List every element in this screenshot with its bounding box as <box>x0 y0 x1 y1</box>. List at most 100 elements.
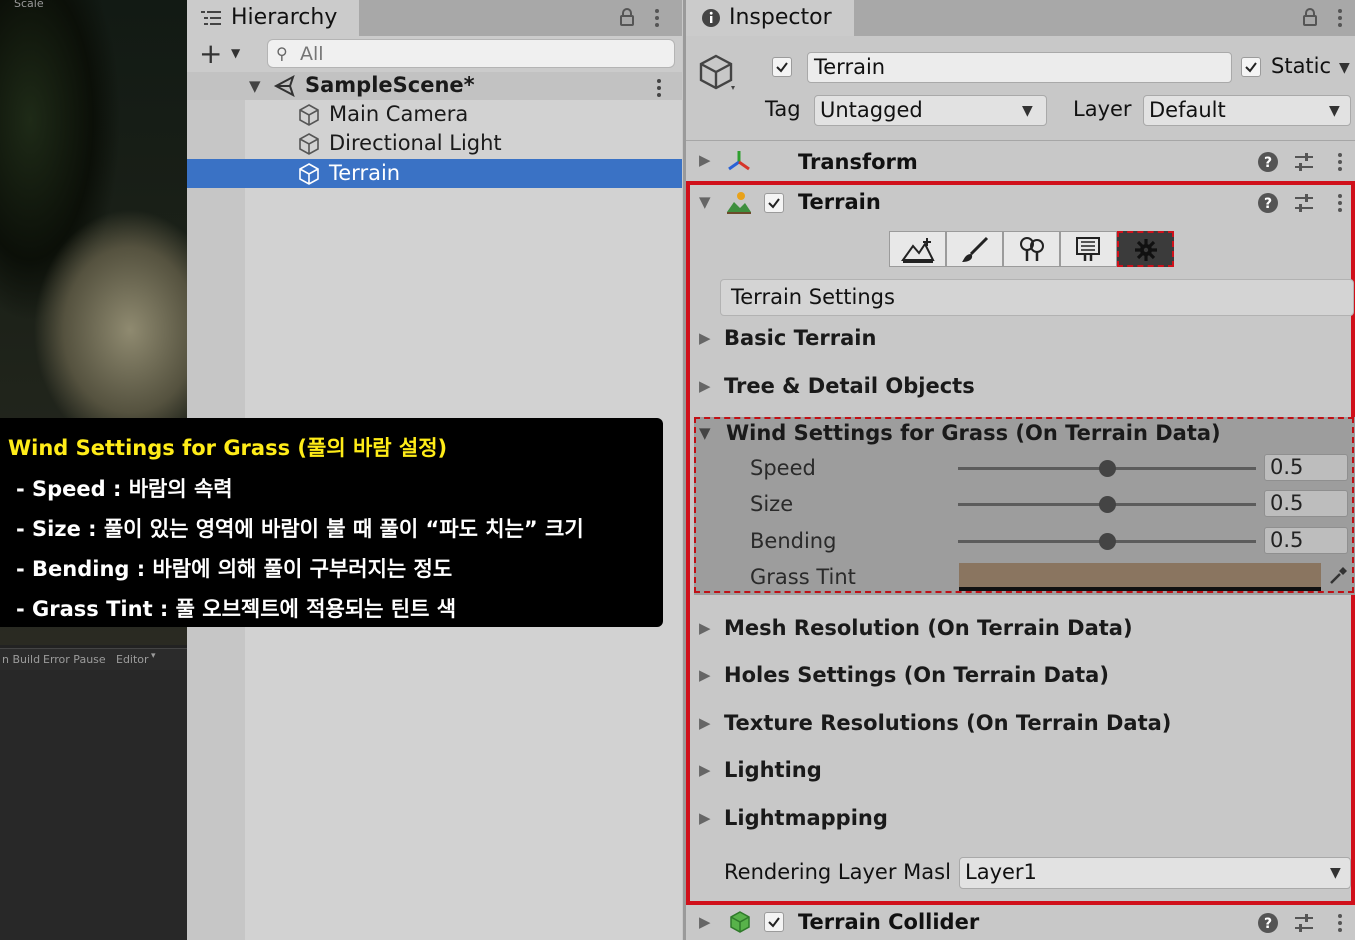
speed-field[interactable]: 0.5 <box>1264 454 1348 481</box>
foldout-holes-settings[interactable]: ▶ Holes Settings (On Terrain Data) <box>696 659 1346 693</box>
terrain-icon <box>727 192 751 214</box>
chevron-down-icon[interactable]: ▼ <box>231 46 240 60</box>
bending-label: Bending <box>750 529 837 553</box>
grass-tint-color-field[interactable] <box>959 563 1321 591</box>
presets-icon[interactable] <box>1293 912 1315 934</box>
expand-arrow-icon: ▶ <box>699 809 711 827</box>
size-field[interactable]: 0.5 <box>1264 490 1348 517</box>
terrain-collider-header[interactable]: ▶ Terrain Collider ? <box>686 904 1355 940</box>
mountain-icon <box>901 238 935 263</box>
expand-arrow-icon: ▶ <box>699 714 711 732</box>
foldout-lightmapping[interactable]: ▶ Lightmapping <box>696 802 1346 836</box>
inspector-title: Inspector <box>729 5 832 30</box>
bending-field[interactable]: 0.5 <box>1264 527 1348 554</box>
foldout-mesh-resolution[interactable]: ▶ Mesh Resolution (On Terrain Data) <box>696 612 1346 646</box>
grass-tint-label: Grass Tint <box>750 565 856 589</box>
chevron-down-icon: ▾ <box>151 651 156 661</box>
expand-arrow-icon: ▶ <box>699 377 711 395</box>
chevron-down-icon[interactable]: ▼ <box>1339 60 1350 76</box>
foldout-label: Basic Terrain <box>724 326 877 350</box>
rendering-layer-dropdown[interactable]: Layer1 ▼ <box>959 857 1351 889</box>
hierarchy-item[interactable]: Main Camera <box>187 100 682 129</box>
foldout-texture-resolutions[interactable]: ▶ Texture Resolutions (On Terrain Data) <box>696 707 1346 741</box>
annotation-line: - Grass Tint : 풀 오브젝트에 적용되는 틴트 색 <box>16 597 457 621</box>
hierarchy-tab[interactable]: Hierarchy <box>187 0 359 36</box>
size-slider-knob[interactable] <box>1098 496 1116 513</box>
tag-dropdown[interactable]: Untagged ▼ <box>814 95 1047 126</box>
speed-slider-knob[interactable] <box>1098 460 1116 477</box>
trees-icon <box>1020 237 1044 261</box>
error-pause-button[interactable]: Error Pause <box>43 653 106 666</box>
inspector-panel: Inspector Terrain Static ▼ Tag Untagged … <box>683 0 1355 940</box>
expand-arrow-icon[interactable]: ▶ <box>699 913 711 931</box>
expand-arrow-icon[interactable]: ▼ <box>249 77 261 95</box>
paint-texture-tool[interactable] <box>946 231 1003 267</box>
tag-label: Tag <box>765 97 801 121</box>
help-icon[interactable]: ? <box>1257 912 1279 934</box>
rendering-layer-label: Rendering Layer Masl <box>724 860 951 884</box>
more-options-icon[interactable] <box>1336 913 1344 933</box>
chevron-down-icon: ▼ <box>1330 865 1341 881</box>
transform-title: Transform <box>798 150 918 174</box>
foldout-lighting[interactable]: ▶ Lighting <box>696 754 1346 788</box>
annotation-callout: Wind Settings for Grass (풀의 바람 설정) - Spe… <box>0 418 663 627</box>
expand-arrow-icon: ▶ <box>699 666 711 684</box>
hierarchy-item-label: Main Camera <box>329 102 469 126</box>
presets-icon[interactable] <box>1293 192 1315 214</box>
more-options-icon[interactable] <box>655 78 663 98</box>
collider-enabled-checkbox[interactable] <box>764 912 784 932</box>
help-icon[interactable]: ? <box>1257 192 1279 214</box>
collapse-arrow-icon[interactable]: ▼ <box>699 193 711 211</box>
layer-dropdown[interactable]: Default ▼ <box>1143 95 1351 126</box>
terrain-enabled-checkbox[interactable] <box>764 193 784 213</box>
more-options-icon[interactable] <box>653 8 661 28</box>
transform-component-header[interactable]: ▶ Transform ? <box>686 143 1355 179</box>
paint-details-tool[interactable] <box>1060 231 1117 267</box>
scene-row[interactable]: ▼ SampleScene* <box>187 72 682 100</box>
editor-dropdown[interactable]: Editor <box>116 653 149 666</box>
lock-icon[interactable] <box>1302 8 1318 26</box>
collapse-arrow-icon: ▼ <box>699 424 711 442</box>
terrain-settings-header: Terrain Settings <box>720 279 1354 316</box>
build-button[interactable]: n Build <box>2 653 40 666</box>
transform-icon <box>728 151 750 171</box>
check-icon <box>776 62 788 73</box>
bending-slider-knob[interactable] <box>1098 533 1116 550</box>
lock-icon[interactable] <box>619 8 635 26</box>
terrain-settings-tool[interactable] <box>1117 231 1174 267</box>
expand-arrow-icon: ▶ <box>699 329 711 347</box>
active-checkbox[interactable] <box>772 57 792 77</box>
expand-arrow-icon: ▶ <box>699 619 711 637</box>
svg-text:?: ? <box>1264 916 1272 932</box>
more-options-icon[interactable] <box>1336 193 1344 213</box>
foldout-tree-detail[interactable]: ▶ Tree & Detail Objects <box>696 370 1346 404</box>
object-name-value: Terrain <box>814 55 886 79</box>
static-checkbox[interactable] <box>1241 57 1261 77</box>
foldout-wind-settings[interactable]: ▼ Wind Settings for Grass (On Terrain Da… <box>696 418 1346 450</box>
gameobject-cube-icon[interactable] <box>698 52 738 92</box>
add-object-button[interactable]: + <box>199 40 222 68</box>
expand-arrow-icon[interactable]: ▶ <box>699 151 711 169</box>
search-input[interactable] <box>298 41 662 67</box>
paint-trees-tool[interactable] <box>1003 231 1060 267</box>
terrain-collider-title: Terrain Collider <box>798 910 980 934</box>
check-icon <box>768 198 780 209</box>
hierarchy-search[interactable]: ⚲ <box>267 39 675 68</box>
eyedropper-icon[interactable] <box>1328 566 1348 586</box>
hierarchy-item-selected[interactable]: Terrain <box>187 159 682 188</box>
foldout-label: Holes Settings (On Terrain Data) <box>724 663 1109 687</box>
foldout-basic-terrain[interactable]: ▶ Basic Terrain <box>696 322 1346 356</box>
more-options-icon[interactable] <box>1336 8 1344 28</box>
inspector-tab[interactable]: Inspector <box>686 0 854 36</box>
scale-label: Scale <box>14 0 44 10</box>
terrain-component-header[interactable]: ▼ Terrain ? <box>686 185 1355 221</box>
raise-lower-terrain-tool[interactable] <box>889 231 946 267</box>
static-label[interactable]: Static <box>1271 54 1331 78</box>
annotation-line: - Size : 풀이 있는 영역에 바람이 불 때 풀이 “파도 치는” 크기 <box>16 517 584 541</box>
help-icon[interactable]: ? <box>1257 151 1279 173</box>
more-options-icon[interactable] <box>1336 152 1344 172</box>
presets-icon[interactable] <box>1293 151 1315 173</box>
hierarchy-item[interactable]: Directional Light <box>187 129 682 158</box>
object-name-field[interactable]: Terrain <box>807 52 1232 83</box>
annotation-line: - Speed : 바람의 속력 <box>16 477 233 501</box>
